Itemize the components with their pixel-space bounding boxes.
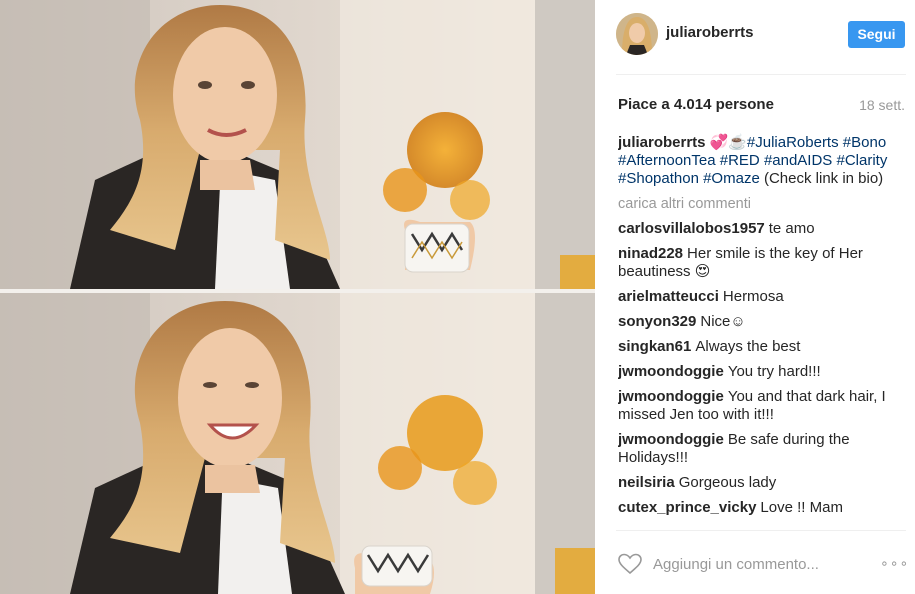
follow-button[interactable]: Segui: [848, 21, 905, 48]
comment-username[interactable]: jwmoondoggie: [618, 431, 724, 448]
comment-item: arielmatteucci Hermosa: [618, 288, 903, 306]
hashtag[interactable]: #Omaze: [703, 170, 760, 187]
heart-outline-icon[interactable]: [618, 553, 642, 575]
comment-username[interactable]: cutex_prince_vicky: [618, 499, 756, 516]
comment-username[interactable]: sonyon329: [618, 313, 696, 330]
comment-text: Love !! Mam: [760, 499, 843, 516]
comment-text: Nice☺: [700, 313, 746, 330]
comment-item: jwmoondoggie You and that dark hair, I mi…: [618, 388, 903, 424]
comments-list[interactable]: juliaroberrts 💞☕️#JuliaRoberts #Bono #Aft…: [618, 133, 903, 529]
hashtag[interactable]: #AfternoonTea: [618, 152, 716, 169]
comment-item: cutex_prince_vicky Love !! Mam: [618, 499, 903, 517]
load-more-comments-link[interactable]: carica altri commenti: [618, 195, 903, 213]
hashtag[interactable]: #Shopathon: [618, 170, 699, 187]
comment-username[interactable]: neilsiria: [618, 474, 675, 491]
caption-emoji: 💞☕️: [709, 133, 747, 151]
comment-item: carlosvillalobos1957 te amo: [618, 220, 903, 238]
post-photo-top: [0, 0, 595, 289]
post-sidebar: juliaroberrts Segui Piace a 4.014 person…: [595, 0, 915, 594]
comment-username[interactable]: ninad228: [618, 245, 683, 262]
comment-item: neilsiria Gorgeous lady: [618, 474, 903, 492]
caption-username[interactable]: juliaroberrts: [618, 134, 706, 151]
post-age[interactable]: 18 sett.: [859, 97, 905, 113]
post-photo-bottom: [0, 293, 595, 594]
comment-item: ninad228 Her smile is the key of Her beau…: [618, 245, 903, 281]
post-photo[interactable]: [0, 0, 595, 594]
more-options-icon[interactable]: ∘∘∘: [880, 556, 908, 570]
hashtag[interactable]: #Clarity: [837, 152, 888, 169]
comment-text: You try hard!!!: [727, 363, 821, 380]
hashtag[interactable]: #JuliaRoberts: [747, 134, 839, 151]
comment-username[interactable]: singkan61: [618, 338, 691, 355]
comment-item: singkan61 Always the best: [618, 338, 903, 356]
comment-text: Hermosa: [722, 288, 784, 305]
likes-count[interactable]: Piace a 4.014 persone: [618, 96, 774, 113]
caption-text: (Check link in bio): [763, 170, 884, 187]
comment-item: jwmoondoggie You try hard!!!: [618, 363, 903, 381]
post-header: juliaroberrts Segui: [595, 0, 915, 74]
footer-divider: [616, 530, 906, 531]
comment-text: te amo: [768, 220, 815, 237]
comment-item: jwmoondoggie Be safe during the Holidays!…: [618, 431, 903, 467]
comment-username[interactable]: jwmoondoggie: [618, 388, 724, 405]
hashtag[interactable]: #andAIDS: [764, 152, 832, 169]
comment-username[interactable]: arielmatteucci: [618, 288, 719, 305]
avatar[interactable]: [616, 13, 658, 55]
hashtag[interactable]: #RED: [720, 152, 760, 169]
comment-item: sonyon329 Nice☺: [618, 313, 903, 331]
username[interactable]: juliaroberrts: [666, 24, 754, 41]
comment-username[interactable]: jwmoondoggie: [618, 363, 724, 380]
header-divider: [616, 74, 906, 75]
comment-username[interactable]: carlosvillalobos1957: [618, 220, 765, 237]
likes-row: Piace a 4.014 persone 18 sett.: [618, 96, 908, 116]
comment-text: Always the best: [695, 338, 801, 355]
hashtag[interactable]: #Bono: [843, 134, 886, 151]
caption: juliaroberrts 💞☕️#JuliaRoberts #Bono #Aft…: [618, 133, 903, 188]
comment-input[interactable]: [653, 552, 863, 576]
comment-text: Gorgeous lady: [678, 474, 777, 491]
